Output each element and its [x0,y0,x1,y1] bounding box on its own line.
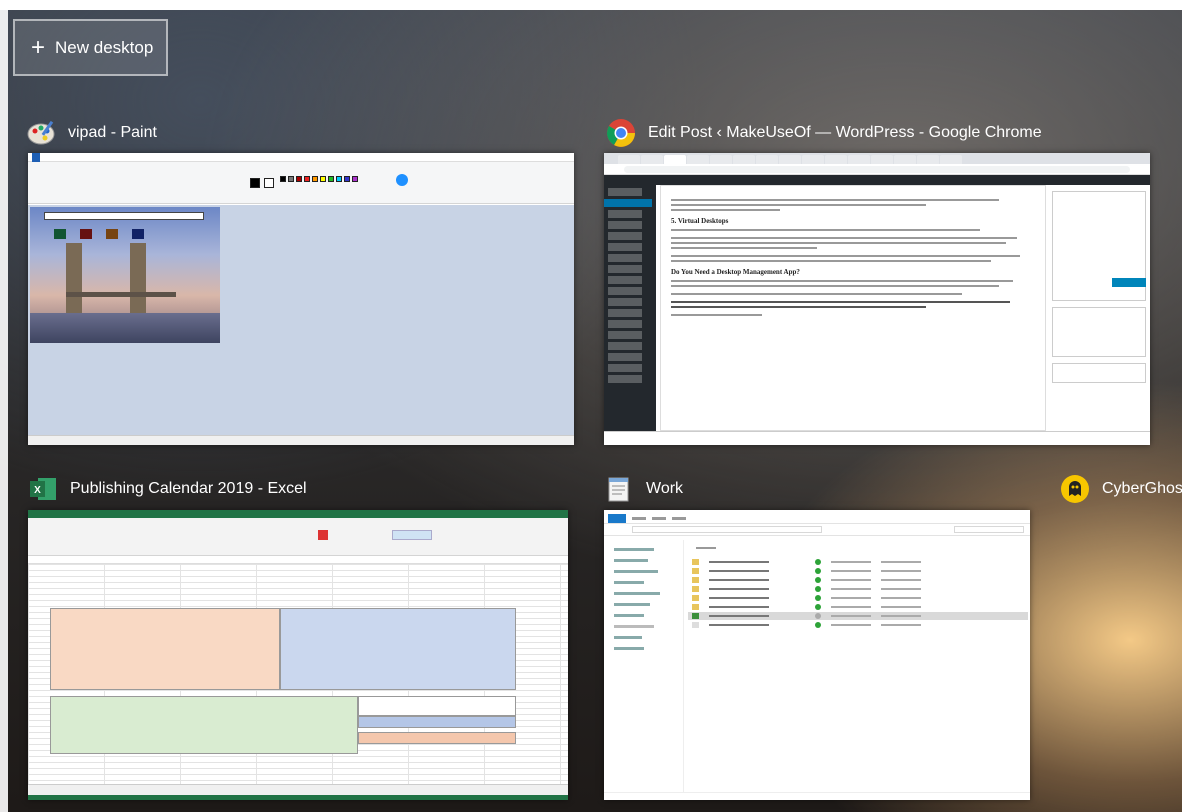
left-edge [0,0,8,812]
notepad-icon [604,474,634,504]
excel-ribbon [28,518,568,556]
chrome-tab-strip [604,153,1150,164]
paint-ribbon-tabs [28,153,574,162]
wordpress-update-button [1112,278,1146,287]
cyberghost-icon [1060,474,1090,504]
explorer-window-thumbnail[interactable] [604,510,1030,800]
window-title-chrome[interactable]: Edit Post ‹ MakeUseOf — WordPress - Goog… [606,118,1042,148]
window-title-text: CyberGhos [1102,480,1182,497]
svg-text:X: X [34,485,41,496]
top-edge [0,0,1182,10]
editor-heading-desktop-management: Do You Need a Desktop Management App? [671,268,800,276]
chrome-download-bar [604,431,1150,445]
excel-icon: X [28,474,58,504]
paint-status-bar [28,435,574,445]
paint-palette-icon [26,118,56,148]
explorer-navigation-pane [604,540,684,792]
window-title-text: vipad - Paint [68,124,157,141]
paint-window-thumbnail[interactable] [28,153,574,445]
window-title-work[interactable]: Work [604,474,683,504]
window-title-cyberghost[interactable]: CyberGhos [1060,474,1182,504]
explorer-address-bar [604,524,1030,536]
window-title-text: Edit Post ‹ MakeUseOf — WordPress - Goog… [648,124,1042,141]
excel-formula-bar [28,556,568,564]
explorer-file-list [688,544,1028,792]
window-title-excel[interactable]: X Publishing Calendar 2019 - Excel [28,474,307,504]
paint-ribbon [28,162,574,204]
window-title-paint[interactable]: vipad - Paint [26,118,157,148]
excel-blue-block [280,608,516,690]
new-desktop-button[interactable]: + New desktop [13,19,168,76]
window-title-text: Work [646,480,684,497]
wordpress-sidebar [604,185,656,431]
wordpress-admin-bar [604,175,1150,185]
plus-icon: + [31,33,46,61]
tower-bridge-image [30,207,220,343]
excel-green-block [50,696,358,754]
excel-orange-block [50,608,280,690]
wordpress-publish-panel [1052,191,1146,431]
excel-summary-orange [358,732,516,744]
new-desktop-label: New desktop [55,37,154,57]
excel-window-thumbnail[interactable] [28,510,568,800]
chrome-window-thumbnail[interactable]: 5. Virtual Desktops Do You Need a Deskto… [604,153,1150,445]
chrome-icon [606,118,636,148]
explorer-status-bar [604,792,1030,800]
window-title-text: Publishing Calendar 2019 - Excel [70,480,307,497]
chrome-address-bar [604,164,1150,175]
excel-summary-block [358,696,516,716]
excel-title-bar [28,510,568,518]
wordpress-editor: 5. Virtual Desktops Do You Need a Deskto… [660,185,1046,431]
excel-status-bar [28,795,568,800]
excel-sheet-tabs [28,784,568,795]
paint-canvas[interactable] [28,205,574,435]
explorer-ribbon [604,510,1030,524]
editor-heading-virtual-desktops: 5. Virtual Desktops [671,217,729,225]
excel-summary-blue [358,716,516,728]
